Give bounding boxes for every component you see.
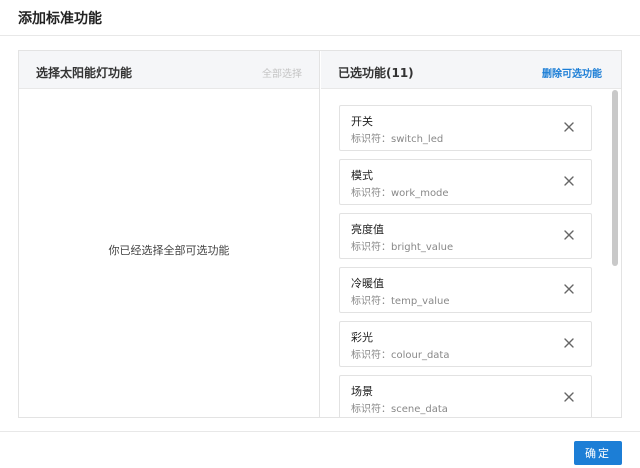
select-all-button[interactable]: 全部选择: [262, 65, 302, 80]
function-name: 彩光: [351, 331, 373, 344]
list-item: 冷暖值 标识符：temp_value: [339, 267, 592, 313]
remove-all-button[interactable]: 删除可选功能: [542, 65, 602, 80]
function-name: 开关: [351, 115, 373, 128]
modal-footer: 确定: [0, 431, 640, 468]
selected-panel-title: 已选功能(11): [338, 66, 414, 80]
function-identifier: 标识符：colour_data: [351, 350, 450, 361]
function-name: 场景: [351, 385, 373, 398]
close-icon[interactable]: [561, 281, 577, 297]
selected-panel-header: 已选功能(11) 删除可选功能: [321, 51, 621, 89]
confirm-button[interactable]: 确定: [574, 441, 622, 465]
list-item: 模式 标识符：work_mode: [339, 159, 592, 205]
function-identifier: 标识符：bright_value: [351, 242, 454, 253]
available-panel-title: 选择太阳能灯功能: [36, 66, 133, 80]
available-functions-panel: 选择太阳能灯功能 全部选择 你已经选择全部可选功能: [19, 51, 320, 417]
modal-title: 添加标准功能: [0, 0, 640, 36]
function-identifier: 标识符：work_mode: [351, 188, 449, 199]
scrollbar-thumb[interactable]: [612, 90, 618, 266]
function-name: 模式: [351, 169, 373, 182]
function-identifier: 标识符：scene_data: [351, 404, 448, 415]
list-item: 开关 标识符：switch_led: [339, 105, 592, 151]
transfer-panel: 选择太阳能灯功能 全部选择 你已经选择全部可选功能 已选功能(11) 删除可选功…: [18, 50, 622, 418]
list-item: 亮度值 标识符：bright_value: [339, 213, 592, 259]
function-name: 冷暖值: [351, 277, 384, 290]
close-icon[interactable]: [561, 173, 577, 189]
function-identifier: 标识符：temp_value: [351, 296, 450, 307]
close-icon[interactable]: [561, 119, 577, 135]
function-identifier: 标识符：switch_led: [351, 134, 444, 145]
list-item: 场景 标识符：scene_data: [339, 375, 592, 417]
close-icon[interactable]: [561, 227, 577, 243]
selected-list[interactable]: 开关 标识符：switch_led 模式 标识符：work_mode 亮度值 标…: [321, 90, 621, 417]
selected-functions-panel: 已选功能(11) 删除可选功能 开关 标识符：switch_led 模式 标识符…: [321, 51, 621, 417]
empty-message: 你已经选择全部可选功能: [108, 244, 230, 257]
list-item: 彩光 标识符：colour_data: [339, 321, 592, 367]
function-name: 亮度值: [351, 223, 384, 236]
available-panel-header: 选择太阳能灯功能 全部选择: [19, 51, 319, 89]
close-icon[interactable]: [561, 335, 577, 351]
close-icon[interactable]: [561, 389, 577, 405]
